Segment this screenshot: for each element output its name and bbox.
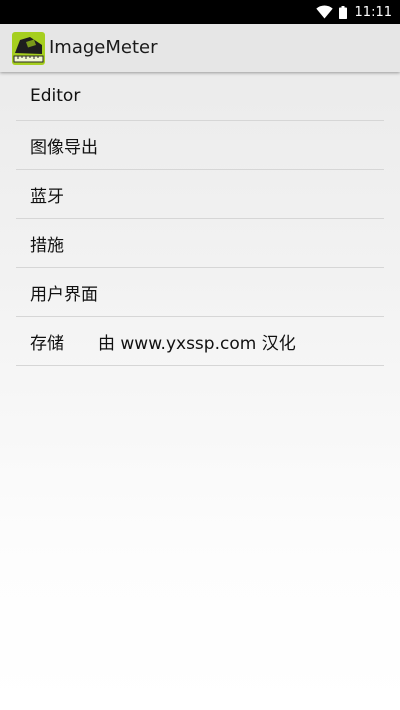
menu-item-label: 存储: [30, 333, 64, 354]
wifi-icon: [315, 5, 333, 19]
menu-item-user-interface[interactable]: 用户界面: [16, 268, 384, 317]
status-time: 11:11: [354, 4, 392, 20]
settings-menu-list: Editor 图像导出 蓝牙 措施 用户界面 存储 由 www.yxssp.co…: [16, 72, 384, 366]
menu-item-editor[interactable]: Editor: [16, 72, 384, 121]
menu-item-image-export[interactable]: 图像导出: [16, 121, 384, 170]
translation-credit: 由 www.yxssp.com 汉化: [98, 333, 296, 354]
image-meter-app-icon[interactable]: [12, 32, 45, 65]
menu-item-bluetooth[interactable]: 蓝牙: [16, 170, 384, 219]
status-icons: 11:11: [315, 0, 392, 24]
menu-item-measures[interactable]: 措施: [16, 219, 384, 268]
menu-item-label: 图像导出: [30, 137, 98, 158]
menu-item-label: 措施: [30, 235, 64, 256]
action-bar: ImageMeter: [0, 24, 400, 72]
menu-item-storage[interactable]: 存储 由 www.yxssp.com 汉化: [16, 317, 384, 366]
battery-icon: [338, 5, 347, 19]
menu-item-label: 蓝牙: [30, 186, 64, 207]
app-title: ImageMeter: [49, 37, 158, 58]
status-bar: 11:11: [0, 0, 400, 24]
menu-item-label: 用户界面: [30, 284, 98, 305]
menu-item-label: Editor: [30, 86, 81, 106]
